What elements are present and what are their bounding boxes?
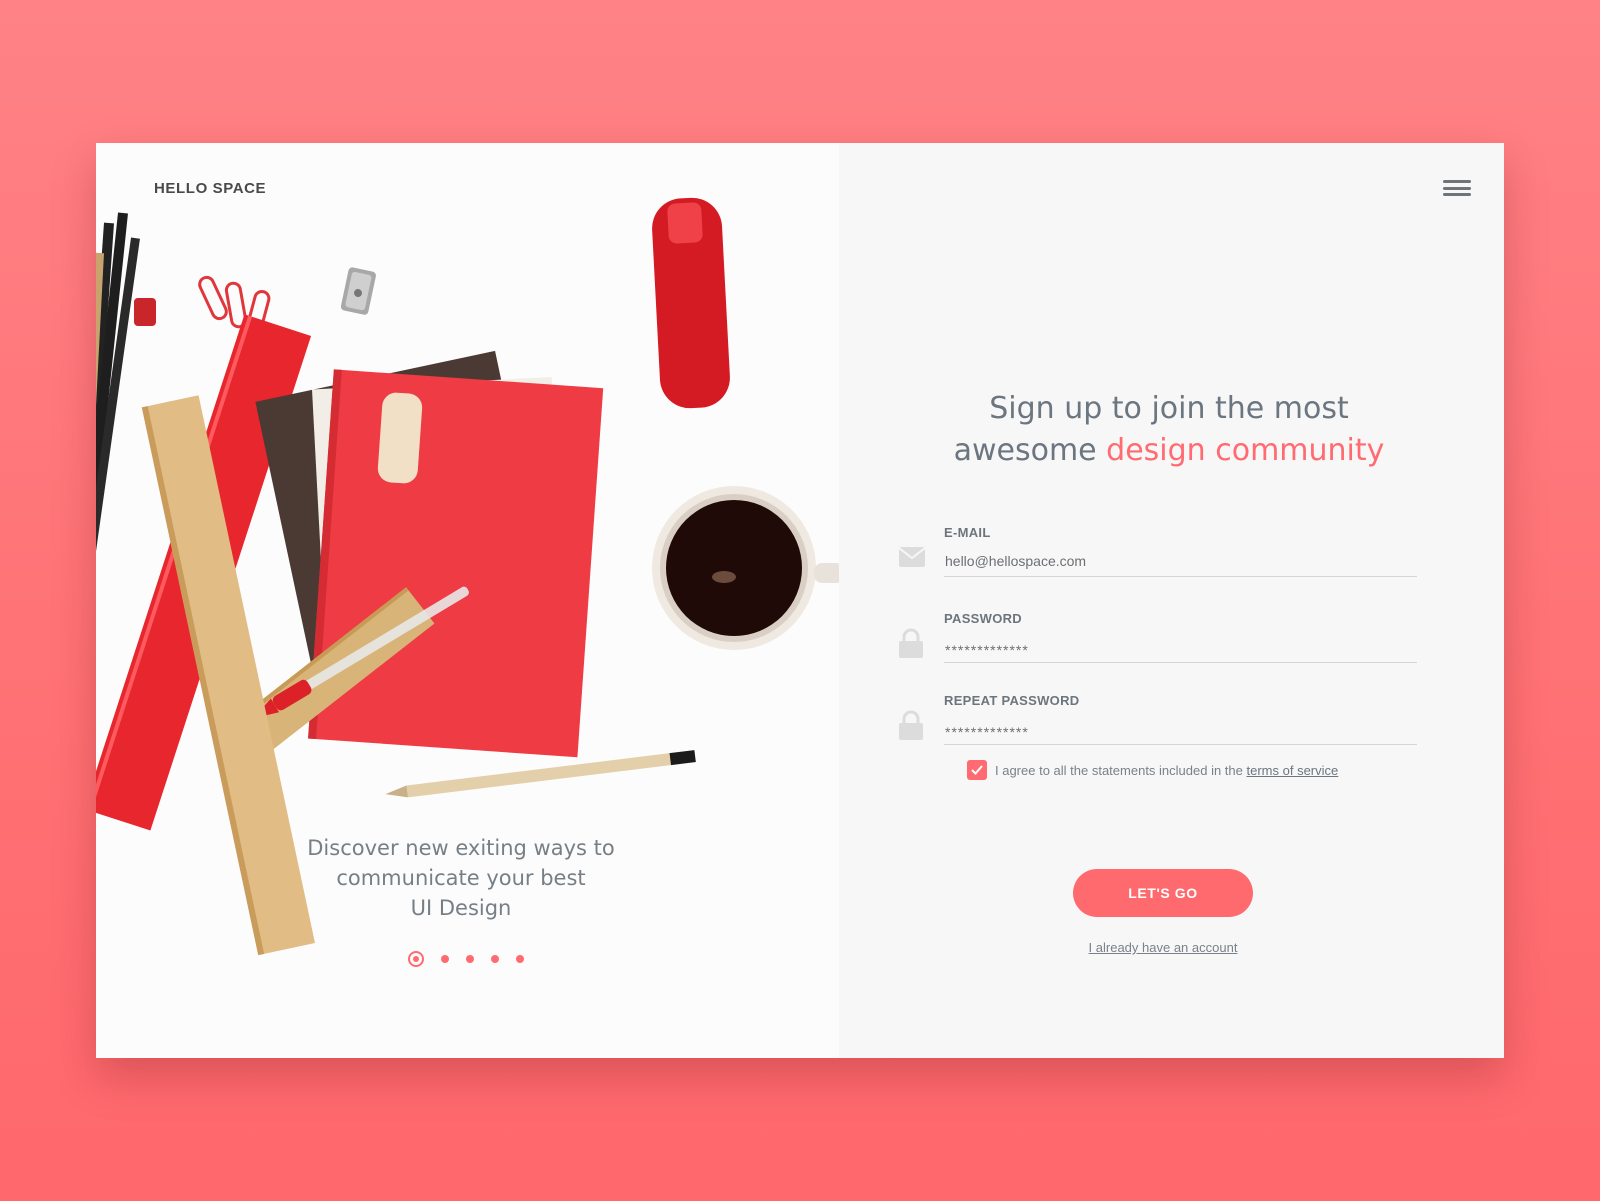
lock-icon (899, 710, 923, 740)
hero-panel: HELLO SPACE Discover new exiting ways to… (96, 143, 839, 1058)
stapler-illustration (652, 197, 730, 409)
carousel-dot-2[interactable] (441, 955, 449, 963)
pencils-illustration (96, 212, 140, 635)
repeat-password-input[interactable] (944, 713, 1417, 745)
headline-line-1: Sign up to join the most (989, 391, 1349, 426)
hero-tagline: Discover new exiting ways to communicate… (276, 833, 646, 923)
headline-text: awesome (953, 433, 1107, 468)
coffee-cup-illustration (652, 486, 839, 650)
envelope-icon (899, 547, 925, 567)
carousel-dot-4[interactable] (491, 955, 499, 963)
terms-checkbox[interactable] (967, 760, 987, 780)
sharpener-illustration (340, 267, 376, 315)
terms-statement: I agree to all the statements included i… (995, 762, 1247, 778)
repeat-password-field-group: REPEAT PASSWORD (899, 693, 1424, 753)
tagline-line: UI Design (410, 896, 512, 920)
lock-icon (899, 628, 923, 658)
checkmark-icon (971, 765, 983, 775)
headline-line-2: awesome design community (899, 430, 1439, 472)
terms-of-service-link[interactable]: terms of service (1247, 763, 1339, 778)
password-label: PASSWORD (944, 611, 1022, 626)
signup-panel: Sign up to join the most awesome design … (839, 143, 1504, 1058)
eraser-illustration (377, 392, 423, 484)
email-field-group: E-MAIL (899, 525, 1424, 585)
lets-go-button[interactable]: LET'S GO (1073, 869, 1253, 917)
repeat-password-label: REPEAT PASSWORD (944, 693, 1080, 708)
tagline-line: communicate your best (336, 866, 586, 890)
pencil-illustration (385, 750, 696, 798)
carousel-dot-3[interactable] (466, 955, 474, 963)
email-input[interactable] (944, 545, 1417, 577)
hamburger-icon[interactable] (1443, 180, 1471, 200)
email-label: E-MAIL (944, 525, 991, 540)
carousel-dots (408, 951, 541, 967)
terms-text: I agree to all the statements included i… (995, 763, 1338, 778)
carousel-dot-5[interactable] (516, 955, 524, 963)
binder-clip-illustration (134, 298, 156, 326)
carousel-dot-1[interactable] (408, 951, 424, 967)
red-notebook-illustration (308, 369, 604, 758)
already-have-account-link[interactable]: I already have an account (1039, 940, 1287, 955)
terms-agreement: I agree to all the statements included i… (967, 760, 1338, 780)
signup-card: HELLO SPACE Discover new exiting ways to… (96, 143, 1504, 1058)
signup-headline: Sign up to join the most awesome design … (899, 388, 1439, 472)
password-field-group: PASSWORD (899, 611, 1424, 671)
headline-accent: design community (1106, 433, 1385, 468)
tagline-line: Discover new exiting ways to (307, 836, 615, 860)
password-input[interactable] (944, 631, 1417, 663)
